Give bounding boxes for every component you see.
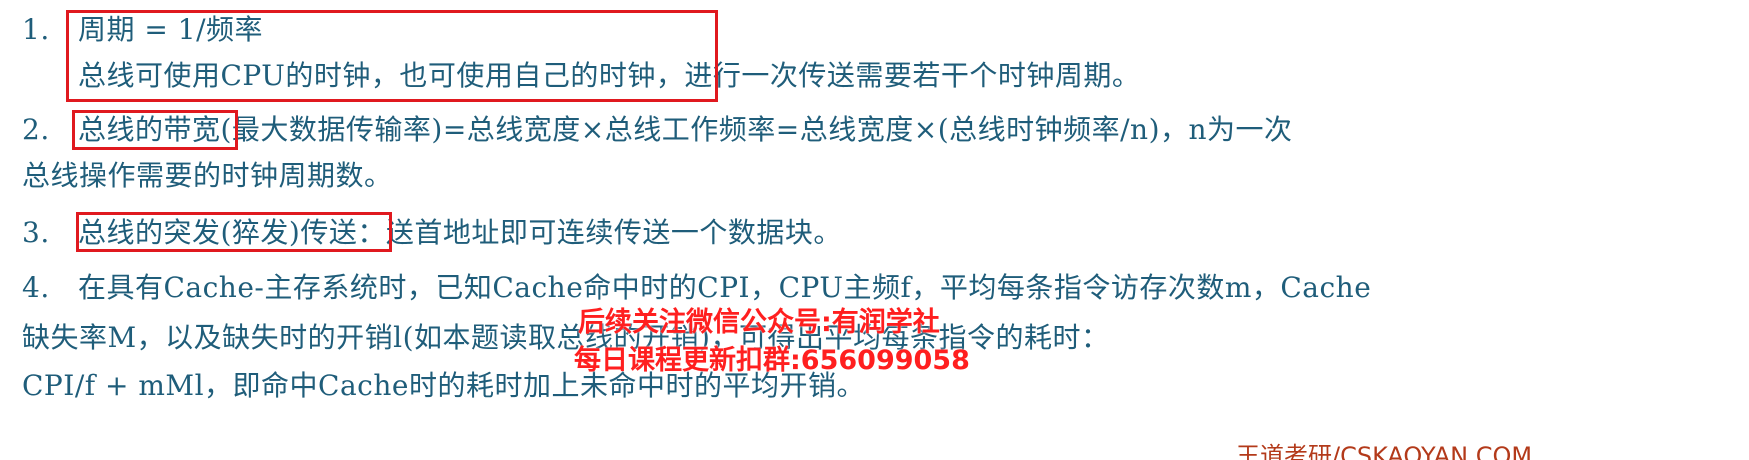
item-1-number: 1. bbox=[22, 13, 50, 46]
item-2-line-2: 总线操作需要的时钟周期数。 bbox=[22, 159, 393, 192]
footer-brand: 王道考研/CSKAOYAN.COM bbox=[1236, 442, 1533, 460]
item-3-line-1: 总线的突发(猝发)传送：送首地址即可连续传送一个数据块。 bbox=[78, 216, 842, 249]
item-1-line-1: 周期 = 1/频率 bbox=[78, 13, 264, 46]
item-3-number: 3. bbox=[22, 216, 50, 249]
item-4-line-1: 在具有Cache-主存系统时，已知Cache命中时的CPI，CPU主频f，平均每… bbox=[78, 271, 1372, 304]
item-1-line-2: 总线可使用CPU的时钟，也可使用自己的时钟，进行一次传送需要若干个时钟周期。 bbox=[78, 59, 1141, 92]
item-4-number: 4. bbox=[22, 271, 50, 304]
watermark-line-1: 后续关注微信公众号:有润学社 bbox=[578, 307, 940, 338]
item-2-number: 2. bbox=[22, 113, 50, 146]
item-2-line-1: 总线的带宽(最大数据传输率)=总线宽度×总线工作频率=总线宽度×(总线时钟频率/… bbox=[78, 113, 1293, 146]
watermark-line-2: 每日课程更新扣群:656099058 bbox=[574, 345, 970, 376]
